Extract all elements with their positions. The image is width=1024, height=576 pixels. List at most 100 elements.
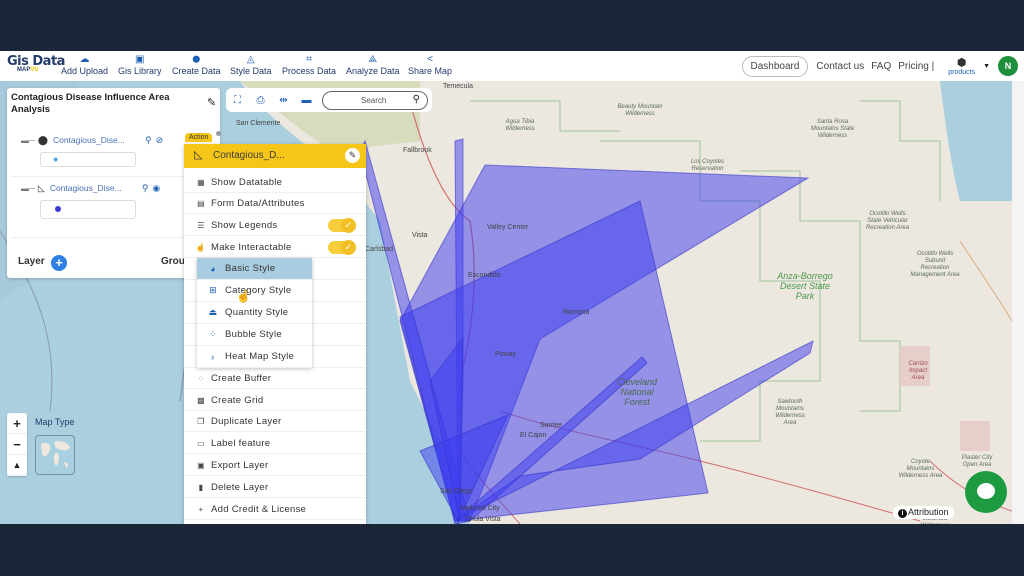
bubble-style-icon: ⁘: [209, 329, 217, 339]
menu-add-credit-license[interactable]: + Add Credit & License: [184, 499, 366, 520]
polygon-legend-swatch: [55, 206, 61, 212]
logo-sub-b: VU: [30, 67, 39, 73]
print-icon[interactable]: ⎙: [249, 95, 272, 106]
export-icon: ▣: [197, 460, 205, 470]
make-interactable-toggle[interactable]: ✓: [328, 240, 356, 255]
menu-export-layer[interactable]: ▣ Export Layer: [184, 455, 366, 476]
map-label-vista: Vista: [412, 232, 428, 239]
cloud-upload-icon: ☁: [79, 54, 90, 65]
zoom-to-layer-icon[interactable]: ⚲: [145, 135, 152, 146]
map-label-sawtooth: Sawtooth Mountains Wilderness Area: [775, 399, 805, 426]
layer-name[interactable]: Contagious_Dise...: [50, 183, 136, 193]
menu-show-legends[interactable]: ☰ Show Legends ✓: [184, 215, 366, 236]
map-label-santa-rosa: Santa Rosa Mountains State Wilderness: [810, 119, 855, 139]
nav-gis-library[interactable]: ▣ Gis Library: [118, 53, 162, 76]
zoom-to-layer-icon[interactable]: ⚲: [142, 183, 149, 194]
nav-add-upload[interactable]: ☁ Add Upload: [61, 53, 108, 76]
menu-label-feature[interactable]: ▭ Label feature: [184, 433, 366, 454]
menu-label: Export Layer: [211, 459, 269, 471]
library-icon: ▣: [135, 54, 145, 65]
polygon-layer-icon: ◺: [194, 149, 203, 161]
menu-duplicate-layer[interactable]: ❐ Duplicate Layer: [184, 411, 366, 432]
action-layer-name: Contagious_D...: [213, 150, 285, 161]
mouse-cursor-icon: ☝: [236, 289, 251, 303]
visibility-on-icon[interactable]: ◉: [152, 183, 160, 194]
close-dot[interactable]: [216, 131, 221, 136]
dropdown-caret-icon[interactable]: ▼: [983, 63, 990, 70]
gis-data-logo[interactable]: Gis Data MAPVU: [7, 54, 65, 73]
zoom-out-button[interactable]: −: [7, 434, 27, 455]
map-type-thumbnail[interactable]: [35, 435, 75, 475]
submenu-basic-style[interactable]: ◕ Basic Style: [197, 258, 312, 280]
contact-us-link[interactable]: Contact us: [816, 61, 864, 72]
map-label-san-clemente: San Clemente: [236, 120, 281, 127]
nav-label: Gis Library: [118, 66, 162, 76]
nav-analyze-data[interactable]: ⟁ Analyze Data: [346, 53, 400, 76]
edit-title-pencil-icon[interactable]: ✎: [207, 96, 216, 109]
nav-process-data[interactable]: ⌗ Process Data: [282, 53, 336, 76]
delete-icon: ▮: [198, 482, 204, 492]
add-layer-button[interactable]: +: [51, 255, 67, 271]
salton-sea: [940, 81, 1012, 201]
location-pin-icon: ⬤: [192, 56, 201, 63]
map-toolbar: ⛶ ⎙ ⇹ ▬ Search ⚲: [226, 88, 432, 112]
menu-label: Add Credit & License: [211, 503, 307, 515]
drag-handle-icon[interactable]: ▬ ─: [21, 184, 35, 193]
label-icon: ▭: [197, 438, 205, 448]
menu-make-interactable[interactable]: ☝ Make Interactable ✓: [184, 237, 366, 258]
nav-style-data[interactable]: ◬ Style Data: [230, 53, 272, 76]
nav-label: Create Data: [172, 66, 221, 76]
faq-link[interactable]: FAQ: [871, 61, 891, 72]
menu-create-grid[interactable]: ▩ Create Grid: [184, 390, 366, 411]
submenu-category-style[interactable]: ⊞ Category Style: [197, 280, 312, 302]
pricing-link[interactable]: Pricing |: [898, 61, 934, 72]
attribution-button[interactable]: i Attribution: [893, 506, 954, 519]
measure-icon[interactable]: ⇹: [272, 95, 295, 106]
user-avatar[interactable]: N: [998, 56, 1018, 76]
menu-create-buffer[interactable]: ◌ Create Buffer: [184, 368, 366, 389]
submenu-quantity-style[interactable]: ⏏ Quantity Style: [197, 302, 312, 324]
chat-bubble-icon: [977, 483, 995, 499]
menu-label: Show Datatable: [211, 176, 283, 188]
search-icon[interactable]: ⚲: [413, 94, 420, 105]
zoom-in-button[interactable]: +: [7, 413, 27, 434]
menu-form-data[interactable]: ▤ Form Data/Attributes: [184, 193, 366, 214]
layer-item[interactable]: ▬ ─ ⬤ Contagious_Dise... ⚲ ⊘: [21, 133, 163, 147]
layer-item[interactable]: ▬ ─ ◺ Contagious_Dise... ⚲ ◉: [21, 181, 160, 195]
nav-create-data[interactable]: ⬤ Create Data: [172, 53, 221, 76]
comment-icon[interactable]: ▬: [295, 95, 318, 106]
products-label: products: [948, 68, 976, 76]
polygon-layer-icon: ◺: [37, 182, 45, 193]
submenu-label: Basic Style: [225, 263, 276, 274]
map-label-ramona: Ramona: [563, 309, 590, 316]
drag-handle-icon[interactable]: ▬ ─: [21, 136, 35, 145]
map-label-san-diego: San Diego: [440, 488, 473, 495]
menu-delete-layer[interactable]: ▮ Delete Layer: [184, 477, 366, 498]
action-tag: Action: [185, 133, 213, 142]
submenu-bubble-style[interactable]: ⁘ Bubble Style: [197, 324, 312, 346]
search-input[interactable]: Search ⚲: [322, 91, 428, 110]
layer-name[interactable]: Contagious_Dise...: [53, 135, 139, 145]
menu-show-datatable[interactable]: ▦ Show Datatable: [184, 172, 366, 193]
paint-bucket-icon: ◬: [246, 54, 255, 65]
buffer-icon: ◌: [198, 373, 204, 383]
submenu-heatmap-style[interactable]: ♁ Heat Map Style: [197, 346, 312, 368]
group-label[interactable]: Grou: [161, 256, 185, 267]
show-legends-toggle[interactable]: ✓: [328, 218, 356, 233]
edit-layer-pencil-icon[interactable]: ✎: [345, 148, 360, 163]
products-menu[interactable]: ⬢ products: [948, 57, 975, 76]
check-icon: ✓: [341, 218, 356, 233]
nav-share-map[interactable]: < Share Map: [408, 53, 452, 76]
project-title: Contagious Disease Influence Area Analys…: [11, 92, 170, 115]
dashboard-button[interactable]: Dashboard: [741, 55, 809, 77]
quantity-style-icon: ⏏: [208, 307, 218, 317]
heatmap-style-icon: ♁: [209, 351, 217, 362]
category-style-icon: ⊞: [209, 285, 217, 295]
nav-label: Style Data: [230, 66, 272, 76]
map-scrollbar[interactable]: [1012, 81, 1024, 524]
reset-north-button[interactable]: ▲: [7, 455, 27, 476]
menu-label: Form Data/Attributes: [211, 197, 305, 209]
fullscreen-icon[interactable]: ⛶: [226, 95, 249, 106]
chat-button[interactable]: [965, 471, 1007, 513]
visibility-off-icon[interactable]: ⊘: [156, 135, 164, 146]
